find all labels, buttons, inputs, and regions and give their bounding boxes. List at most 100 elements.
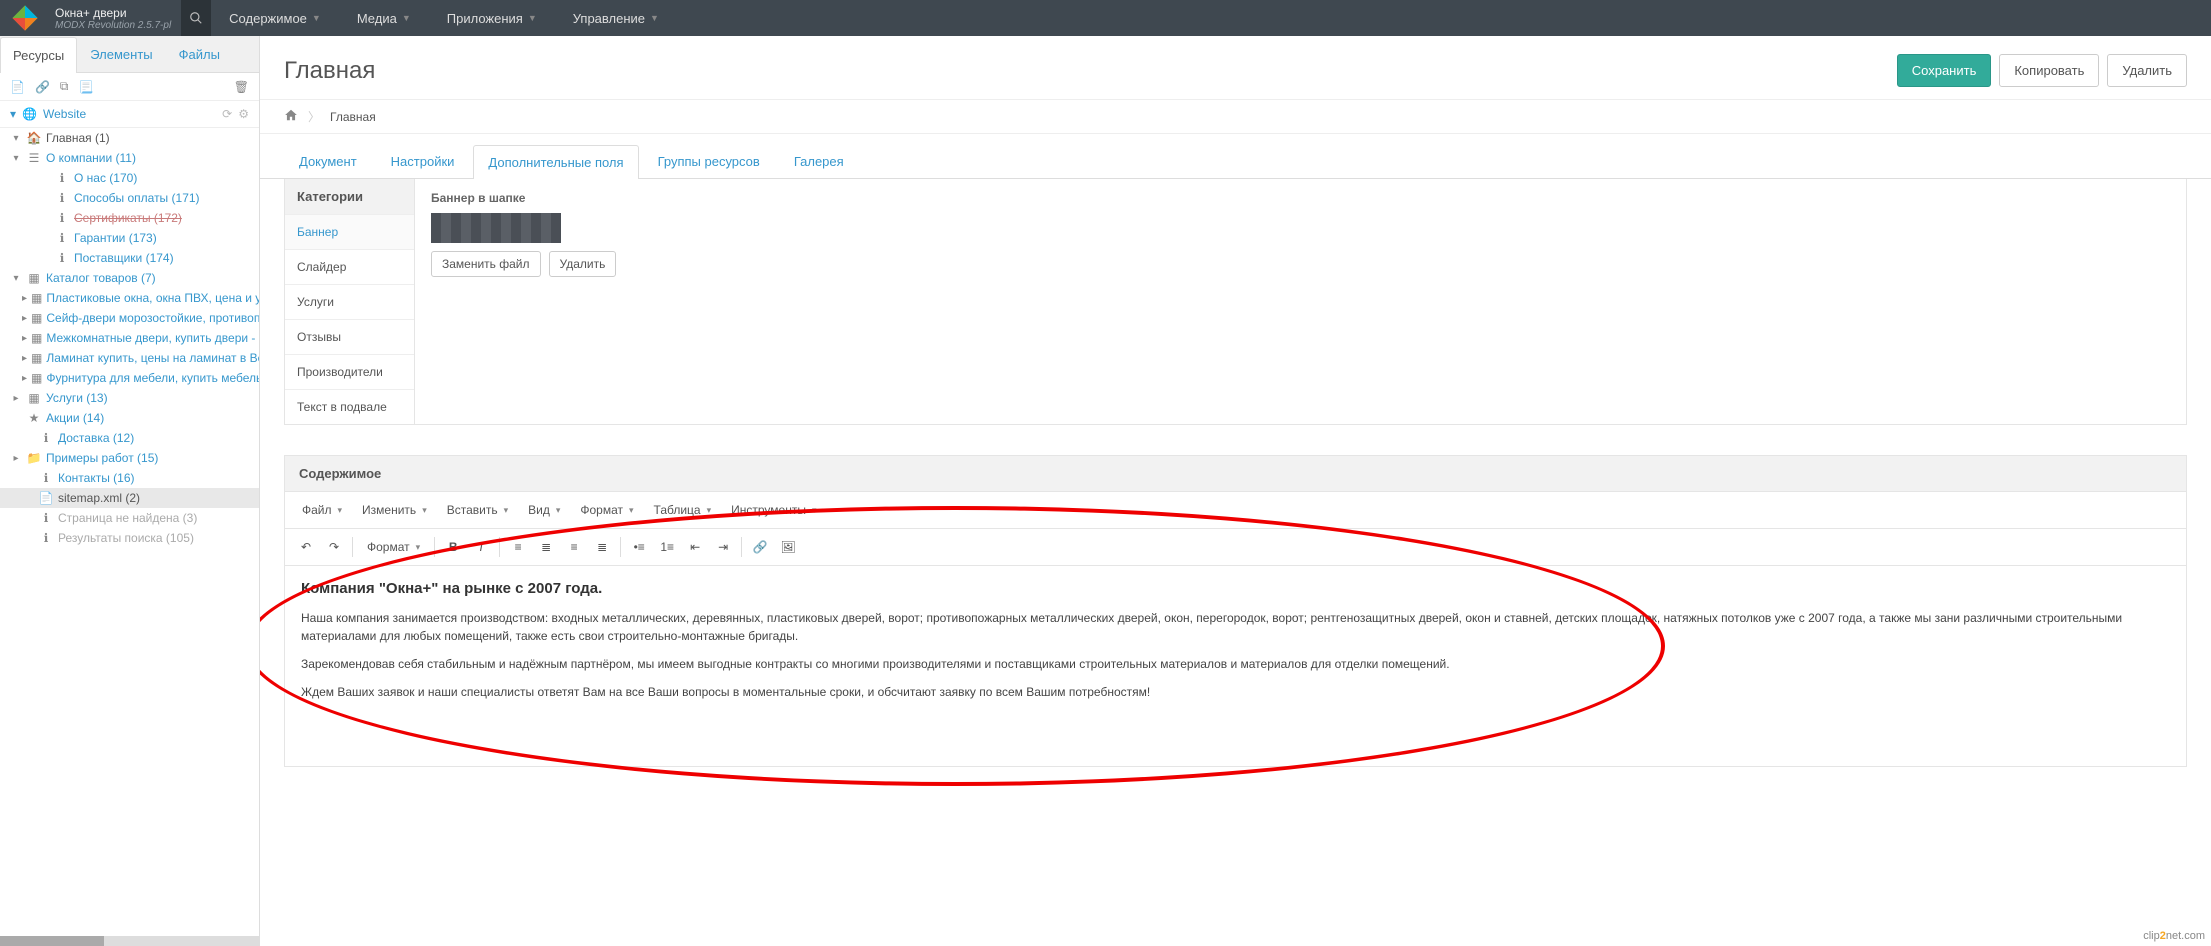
outdent-icon[interactable]: ⇤ [682, 535, 708, 559]
document-tabs: ДокументНастройкиДополнительные поляГруп… [260, 134, 2211, 179]
topmenu-Приложения[interactable]: Приложения▼ [429, 0, 555, 36]
site-name: Окна+ двери [55, 6, 171, 20]
page-icon[interactable]: 📃 [78, 80, 93, 94]
topmenu-Управление[interactable]: Управление▼ [555, 0, 677, 36]
topbar: Окна+ двери MODX Revolution 2.5.7-pl Сод… [0, 0, 2211, 36]
number-list-icon[interactable]: 1≡ [654, 535, 680, 559]
editor-menu-Изменить[interactable]: Изменить▾ [353, 498, 436, 522]
banner-thumbnail[interactable] [431, 213, 561, 243]
italic-icon[interactable]: I [468, 535, 494, 559]
tree-node[interactable]: ℹО нас (170) [0, 168, 259, 188]
tree-node[interactable]: 📄sitemap.xml (2) [0, 488, 259, 508]
tree-node[interactable]: ℹСтраница не найдена (3) [0, 508, 259, 528]
category-header: Категории [285, 179, 414, 214]
tree-node[interactable]: ℹДоставка (12) [0, 428, 259, 448]
tree-node[interactable]: ℹСпособы оплаты (171) [0, 188, 259, 208]
align-center-icon[interactable]: ≣ [533, 535, 559, 559]
category-item[interactable]: Слайдер [285, 249, 414, 284]
content-paragraph: Наша компания занимается производством: … [301, 609, 2170, 645]
sidebar-tab-Файлы[interactable]: Файлы [166, 36, 233, 72]
tree-node[interactable]: ▸▦Межкомнатные двери, купить двери - цен… [0, 328, 259, 348]
doc-tab-0[interactable]: Документ [284, 144, 372, 178]
save-button[interactable]: Сохранить [1897, 54, 1992, 87]
category-item[interactable]: Услуги [285, 284, 414, 319]
tree-node[interactable]: ℹРезультаты поиска (105) [0, 528, 259, 548]
topmenu-Медиа[interactable]: Медиа▼ [339, 0, 429, 36]
context-row[interactable]: ▾ 🌐 Website ⟳ ⚙ [0, 101, 259, 128]
sidebar-toolbar: 📄 🔗 ⧉ 📃 🗑 [0, 73, 259, 101]
tree-node[interactable]: ▾🏠Главная (1) [0, 128, 259, 148]
category-item[interactable]: Текст в подвале [285, 389, 414, 424]
refresh-icon[interactable]: ⟳ [222, 107, 232, 121]
tree-node[interactable]: ℹГарантии (173) [0, 228, 259, 248]
sidebar-tab-Ресурсы[interactable]: Ресурсы [0, 37, 77, 73]
replace-file-button[interactable]: Заменить файл [431, 251, 541, 277]
resource-tree: ▾🏠Главная (1)▾☰О компании (11)ℹО нас (17… [0, 128, 259, 932]
doc-tab-1[interactable]: Настройки [376, 144, 470, 178]
sidebar-tab-Элементы[interactable]: Элементы [77, 36, 165, 72]
indent-icon[interactable]: ⇥ [710, 535, 736, 559]
bullet-list-icon[interactable]: •≡ [626, 535, 652, 559]
tree-node[interactable]: ▾☰О компании (11) [0, 148, 259, 168]
tree-node[interactable]: ▾▦Каталог товаров (7) [0, 268, 259, 288]
topmenu-Содержимое[interactable]: Содержимое▼ [211, 0, 339, 36]
category-item[interactable]: Производители [285, 354, 414, 389]
delete-button[interactable]: Удалить [2107, 54, 2187, 87]
tv-panel: Категории БаннерСлайдерУслугиОтзывыПроиз… [284, 179, 2187, 425]
copy-button[interactable]: Копировать [1999, 54, 2099, 87]
editor-menu-Вставить[interactable]: Вставить▾ [438, 498, 517, 522]
tree-node[interactable]: ℹСертификаты (172) [0, 208, 259, 228]
category-sidebar: Категории БаннерСлайдерУслугиОтзывыПроиз… [285, 179, 415, 424]
editor-menubar: Файл▾Изменить▾Вставить▾Вид▾Формат▾Таблиц… [285, 492, 2186, 529]
globe-icon: 🌐 [22, 107, 37, 121]
image-icon[interactable]: 🖼 [775, 535, 801, 559]
gear-icon[interactable]: ⚙ [238, 107, 249, 121]
align-left-icon[interactable]: ≡ [505, 535, 531, 559]
delete-file-button[interactable]: Удалить [549, 251, 617, 277]
editor-menu-Файл[interactable]: Файл▾ [293, 498, 351, 522]
link-icon[interactable]: 🔗 [747, 535, 773, 559]
new-doc-icon[interactable]: 📄 [10, 80, 25, 94]
tree-node[interactable]: ▸▦Услуги (13) [0, 388, 259, 408]
page-header: Главная Сохранить Копировать Удалить [260, 36, 2211, 99]
tree-node[interactable]: ℹКонтакты (16) [0, 468, 259, 488]
breadcrumb: 〉 Главная [260, 99, 2211, 134]
doc-tab-2[interactable]: Дополнительные поля [473, 145, 638, 179]
tree-horizontal-scrollbar[interactable] [0, 936, 259, 946]
content-heading: Компания "Окна+" на рынке с 2007 года. [301, 580, 2170, 597]
doc-tab-3[interactable]: Группы ресурсов [643, 144, 775, 178]
trash-icon[interactable]: 🗑 [234, 80, 249, 94]
banner-field-label: Баннер в шапке [431, 191, 2170, 205]
tree-node[interactable]: ▸▦Пластиковые окна, окна ПВХ, цена и уст… [0, 288, 259, 308]
duplicate-icon[interactable]: ⧉ [60, 79, 69, 94]
home-icon[interactable] [284, 108, 298, 125]
undo-icon[interactable]: ↶ [293, 535, 319, 559]
category-item[interactable]: Баннер [285, 214, 414, 249]
align-right-icon[interactable]: ≡ [561, 535, 587, 559]
editor-menu-Таблица[interactable]: Таблица▾ [645, 498, 721, 522]
editor-menu-Инструменты[interactable]: Инструменты▾ [722, 498, 825, 522]
content-paragraph: Зарекомендовав себя стабильным и надёжны… [301, 655, 2170, 673]
modx-logo[interactable] [0, 0, 50, 36]
redo-icon[interactable]: ↷ [321, 535, 347, 559]
bold-icon[interactable]: B [440, 535, 466, 559]
tree-node[interactable]: ▸📁Примеры работ (15) [0, 448, 259, 468]
top-menu: Содержимое▼Медиа▼Приложения▼Управление▼ [211, 0, 677, 36]
format-dropdown[interactable]: Формат▾ [358, 535, 429, 559]
category-item[interactable]: Отзывы [285, 319, 414, 354]
tree-node[interactable]: ℹПоставщики (174) [0, 248, 259, 268]
tree-node[interactable]: ▸▦Ламинат купить, цены на ламинат в Верх… [0, 348, 259, 368]
tree-node[interactable]: ★Акции (14) [0, 408, 259, 428]
tree-node[interactable]: ▸▦Сейф-двери морозостойкие, противопожар… [0, 308, 259, 328]
editor-menu-Формат[interactable]: Формат▾ [571, 498, 642, 522]
editor-menu-Вид[interactable]: Вид▾ [519, 498, 569, 522]
align-justify-icon[interactable]: ≣ [589, 535, 615, 559]
doc-tab-4[interactable]: Галерея [779, 144, 859, 178]
link-icon[interactable]: 🔗 [35, 80, 50, 94]
sidebar-tabs: РесурсыЭлементыФайлы [0, 36, 259, 73]
watermark: clip2net.com [2143, 930, 2205, 942]
editor-body[interactable]: Компания "Окна+" на рынке с 2007 года. Н… [285, 566, 2186, 766]
topbar-title: Окна+ двери MODX Revolution 2.5.7-pl [50, 0, 181, 36]
tree-node[interactable]: ▸▦Фурнитура для мебели, купить мебельную… [0, 368, 259, 388]
search-icon[interactable] [181, 0, 211, 36]
